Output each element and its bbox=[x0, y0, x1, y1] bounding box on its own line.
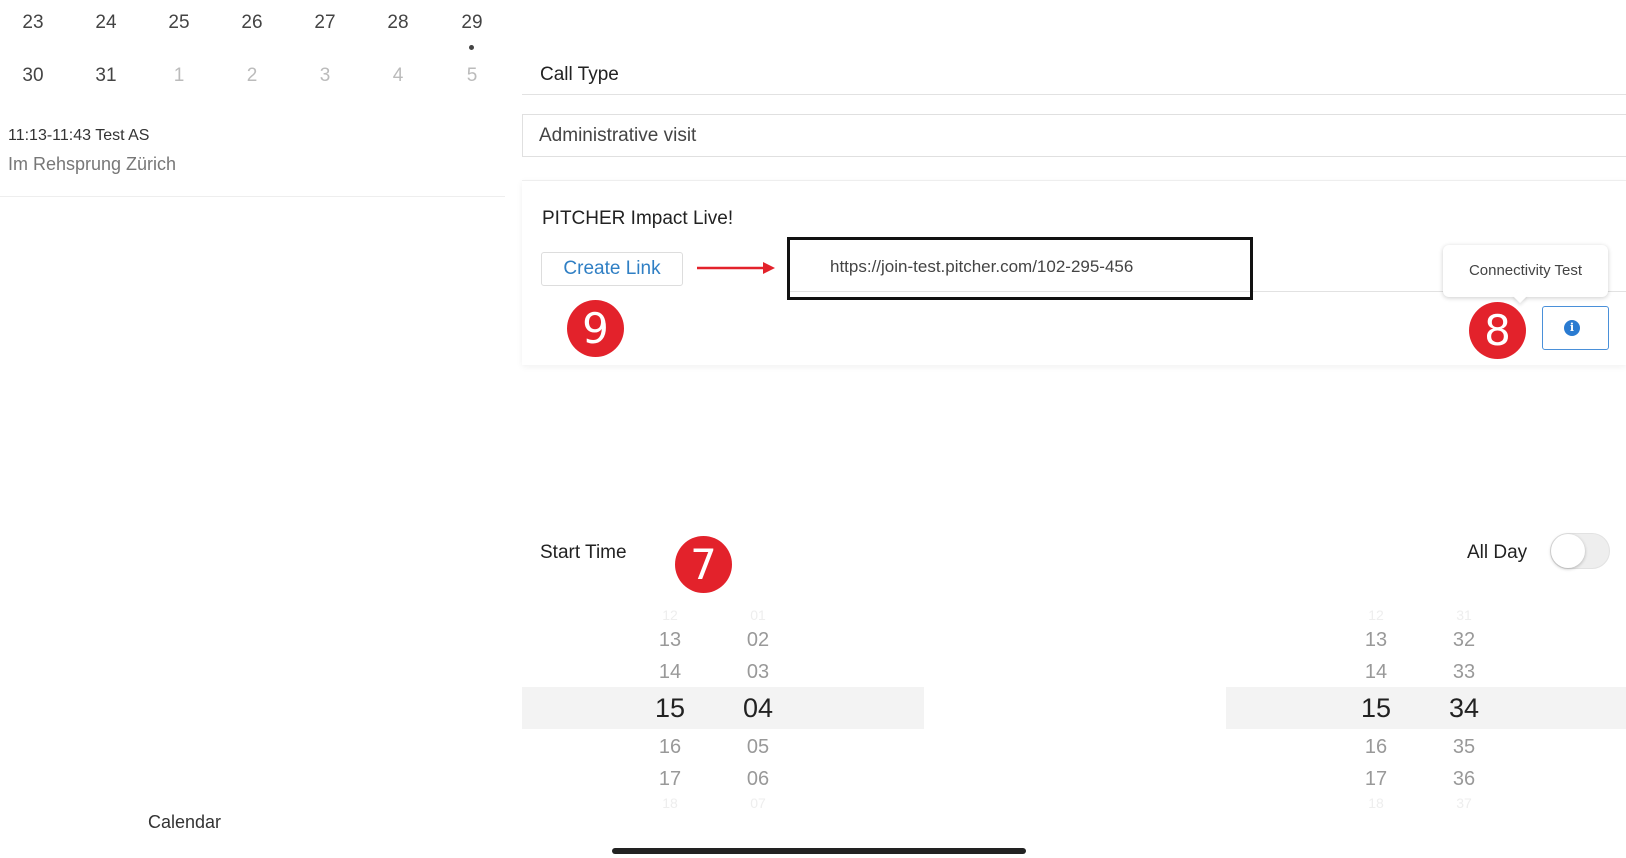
start-time-picker[interactable]: 12 13 14 15 16 17 18 01 02 03 04 05 06 0… bbox=[640, 0, 780, 858]
picker-hour[interactable]: 17 bbox=[1346, 768, 1406, 791]
info-icon: i bbox=[1564, 320, 1580, 336]
picker-hour[interactable]: 12 bbox=[1346, 607, 1406, 623]
picker-minute[interactable]: 33 bbox=[1434, 661, 1494, 684]
event-location: Im Rehsprung Zürich bbox=[8, 154, 177, 174]
picker-minute[interactable]: 35 bbox=[1434, 736, 1494, 759]
event-indicator-dot bbox=[469, 45, 474, 50]
annotation-badge: 9 bbox=[567, 300, 624, 357]
calendar-day[interactable]: 5 bbox=[442, 65, 502, 87]
toggle-knob bbox=[1551, 534, 1585, 568]
calendar-day[interactable]: 28 bbox=[368, 12, 428, 34]
calendar-day[interactable]: 1 bbox=[149, 65, 209, 87]
picker-hour[interactable]: 18 bbox=[640, 795, 700, 811]
calendar-day[interactable]: 4 bbox=[368, 65, 428, 87]
picker-minute[interactable]: 07 bbox=[728, 795, 788, 811]
calendar-day[interactable]: 3 bbox=[295, 65, 355, 87]
picker-hour[interactable]: 18 bbox=[1346, 795, 1406, 811]
picker-hour-selected[interactable]: 15 bbox=[1346, 693, 1406, 724]
start-time-label: Start Time bbox=[540, 542, 627, 563]
picker-hour[interactable]: 12 bbox=[640, 607, 700, 623]
picker-minute[interactable]: 06 bbox=[728, 768, 788, 791]
meeting-link-field[interactable]: https://join-test.pitcher.com/102-295-45… bbox=[830, 257, 1133, 277]
calendar-day[interactable]: 27 bbox=[295, 12, 355, 34]
picker-hour[interactable]: 17 bbox=[640, 768, 700, 791]
picker-minute[interactable]: 05 bbox=[728, 736, 788, 759]
picker-minute-selected[interactable]: 04 bbox=[728, 693, 788, 724]
calendar-day[interactable]: 29 bbox=[442, 12, 502, 34]
calendar-day[interactable]: 24 bbox=[76, 12, 136, 34]
calendar-day[interactable]: 2 bbox=[222, 65, 282, 87]
calendar-day[interactable]: 25 bbox=[149, 12, 209, 34]
picker-minute[interactable]: 37 bbox=[1434, 795, 1494, 811]
divider bbox=[0, 196, 505, 197]
event-time[interactable]: 11:13-11:43 Test AS bbox=[8, 127, 149, 145]
calendar-day[interactable]: 23 bbox=[3, 12, 63, 34]
picker-minute[interactable]: 32 bbox=[1434, 629, 1494, 652]
end-time-picker[interactable]: 12 13 14 15 16 17 18 31 32 33 34 35 36 3… bbox=[1346, 0, 1486, 858]
picker-hour[interactable]: 16 bbox=[640, 736, 700, 759]
calendar-tab[interactable]: Calendar bbox=[148, 812, 221, 833]
picker-minute[interactable]: 36 bbox=[1434, 768, 1494, 791]
picker-minute[interactable]: 01 bbox=[728, 607, 788, 623]
calendar-day[interactable]: 31 bbox=[76, 65, 136, 87]
picker-minute[interactable]: 03 bbox=[728, 661, 788, 684]
picker-minute-selected[interactable]: 34 bbox=[1434, 693, 1494, 724]
picker-minute[interactable]: 31 bbox=[1434, 607, 1494, 623]
picker-hour[interactable]: 13 bbox=[640, 629, 700, 652]
call-type-label: Call Type bbox=[540, 64, 619, 85]
picker-hour-selected[interactable]: 15 bbox=[640, 693, 700, 724]
calendar-day[interactable]: 30 bbox=[3, 65, 63, 87]
home-indicator[interactable] bbox=[612, 848, 1026, 854]
calendar-day[interactable]: 26 bbox=[222, 12, 282, 34]
picker-minute[interactable]: 02 bbox=[728, 629, 788, 652]
picker-hour[interactable]: 16 bbox=[1346, 736, 1406, 759]
picker-hour[interactable]: 14 bbox=[1346, 661, 1406, 684]
calendar-week-row: 23 24 25 26 27 28 29 bbox=[0, 12, 505, 52]
picker-hour[interactable]: 13 bbox=[1346, 629, 1406, 652]
picker-hour[interactable]: 14 bbox=[640, 661, 700, 684]
calendar-week-row: 30 31 1 2 3 4 5 bbox=[0, 65, 505, 105]
